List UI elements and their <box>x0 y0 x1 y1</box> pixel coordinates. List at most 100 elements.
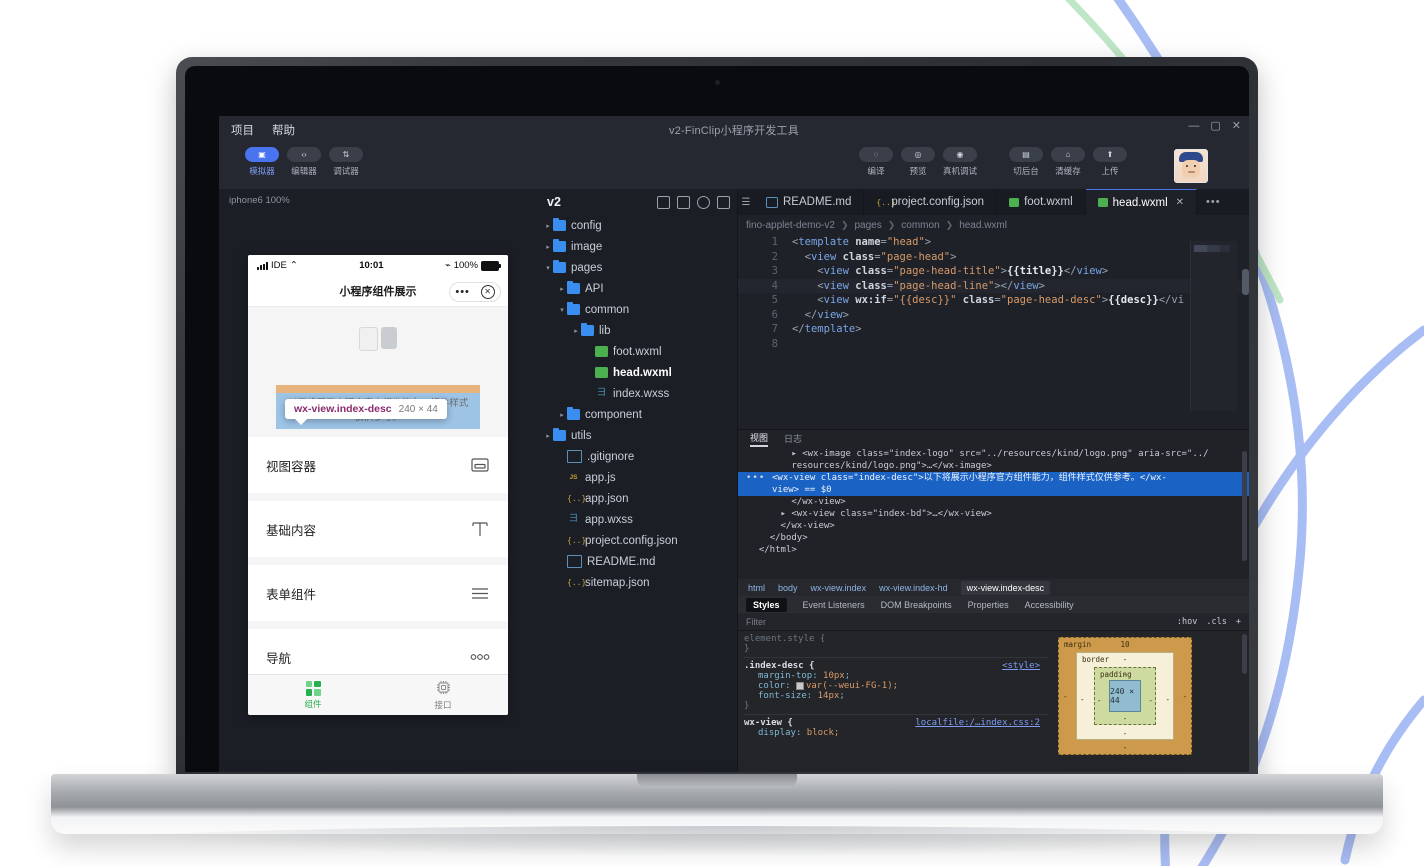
tab-readme[interactable]: README.md <box>754 189 864 215</box>
breadcrumb-segment[interactable]: common <box>901 220 939 231</box>
code-minimap[interactable] <box>1190 241 1237 411</box>
tree-node-project-config-json[interactable]: {..}project.config.json <box>537 530 737 551</box>
phone-capsule-buttons[interactable]: ••• ✕ <box>449 282 501 302</box>
close-circle-icon[interactable]: ✕ <box>481 285 495 299</box>
dom-crumb-index[interactable]: wx-view.index <box>811 583 867 593</box>
chevron-right-icon[interactable]: ▸ <box>543 243 553 251</box>
dom-tree[interactable]: ▸ <wx-image class="index-logo" src="../r… <box>738 447 1249 579</box>
dom-node[interactable]: ▸ <wx-view class="index-bd">…</wx-view> <box>738 508 1249 520</box>
dom-node[interactable]: view> == $0 <box>738 484 1249 496</box>
box-model-margin-left[interactable]: - <box>1063 692 1068 701</box>
css-declaration[interactable]: margin-top: 10px; <box>744 671 1048 681</box>
tree-node-head-wxml[interactable]: head.wxml <box>537 362 737 383</box>
devtools-tab-view[interactable]: 视图 <box>750 431 768 447</box>
dom-node[interactable]: •••<wx-view class="index-desc">以下将展示小程序官… <box>738 472 1249 484</box>
styles-scrollbar[interactable] <box>1242 634 1247 674</box>
box-model-padding-right[interactable]: - <box>1148 696 1153 705</box>
styles-tab-bar[interactable]: Styles Event Listeners DOM Breakpoints P… <box>738 596 1249 613</box>
toolbar-editor-button[interactable]: ‹› 编辑器 <box>287 147 321 177</box>
tree-node-image[interactable]: ▸image <box>537 236 737 257</box>
close-icon[interactable]: ✕ <box>1232 121 1241 132</box>
tab-head-wxml[interactable]: head.wxml ✕ <box>1086 189 1197 215</box>
tab-api[interactable]: 接口 <box>378 675 508 715</box>
new-folder-icon[interactable] <box>677 196 690 209</box>
dom-breadcrumb[interactable]: html body wx-view.index wx-view.index-hd… <box>738 579 1249 596</box>
more-dots-icon[interactable]: ••• <box>455 287 470 298</box>
window-controls[interactable]: — ▢ ✕ <box>1188 121 1241 132</box>
tab-close-icon[interactable]: ✕ <box>1176 197 1184 208</box>
breadcrumb-segment[interactable]: head.wxml <box>959 220 1007 231</box>
dom-crumb-html[interactable]: html <box>748 583 765 593</box>
toolbar-background-button[interactable]: ▤ 切后台 <box>1009 147 1043 177</box>
box-model-border-top[interactable]: - <box>1123 655 1128 664</box>
box-model-content[interactable]: 240 × 44 <box>1109 680 1141 712</box>
css-rule-source[interactable]: localfile:/…index.css:2 <box>915 718 1048 728</box>
tree-node-app-json[interactable]: {..}app.json <box>537 488 737 509</box>
editor-scrollbar[interactable] <box>1242 269 1249 295</box>
add-rule-icon[interactable]: + <box>1236 617 1241 627</box>
dom-crumb-index-desc[interactable]: wx-view.index-desc <box>961 581 1051 595</box>
filter-tools[interactable]: :hov .cls + <box>1177 617 1249 627</box>
tree-node--gitignore[interactable]: .gitignore <box>537 446 737 467</box>
breadcrumb-segment[interactable]: fino-applet-demo-v2 <box>746 220 835 231</box>
list-item[interactable]: 导航 <box>248 629 508 674</box>
tree-node-lib[interactable]: ▸lib <box>537 320 737 341</box>
user-avatar[interactable] <box>1174 149 1208 183</box>
simulator-device-label[interactable]: iphone6 100% <box>219 189 537 211</box>
box-model-padding-bottom[interactable]: - <box>1123 714 1128 723</box>
dom-badge-icon[interactable]: ••• <box>746 472 765 484</box>
file-tree-actions[interactable] <box>657 196 730 209</box>
maximize-icon[interactable]: ▢ <box>1210 121 1220 132</box>
breadcrumb-segment[interactable]: pages <box>854 220 881 231</box>
dom-crumb-body[interactable]: body <box>778 583 798 593</box>
css-declaration[interactable]: color: var(--weui-FG-1); <box>744 681 1048 691</box>
css-declaration[interactable]: display: block; <box>744 728 1048 738</box>
box-model-border-right[interactable]: - <box>1165 695 1170 704</box>
code-line[interactable]: 4 <view class="page-head-line"></view> <box>738 279 1249 294</box>
code-line[interactable]: 1<template name="head"> <box>738 235 1249 250</box>
tree-node-utils[interactable]: ▸utils <box>537 425 737 446</box>
tree-node-config[interactable]: ▸config <box>537 215 737 236</box>
devtools-tab-log[interactable]: 日志 <box>784 432 802 445</box>
new-file-icon[interactable] <box>657 196 670 209</box>
tree-node-common[interactable]: ▾common <box>537 299 737 320</box>
toolbar-debugger-button[interactable]: ⇅ 调试器 <box>329 147 363 177</box>
tree-node-readme-md[interactable]: README.md <box>537 551 737 572</box>
css-declaration[interactable]: font-size: 14px; <box>744 691 1048 701</box>
code-line[interactable]: 6 </view> <box>738 308 1249 323</box>
hov-toggle[interactable]: :hov <box>1177 617 1197 627</box>
tab-overflow-icon[interactable]: ••• <box>1197 189 1230 215</box>
code-editor[interactable]: 1<template name="head">2 <view class="pa… <box>738 235 1249 413</box>
chevron-right-icon[interactable]: ▸ <box>543 432 553 440</box>
dom-node[interactable]: resources/kind/logo.png">…</wx-image> <box>738 460 1249 472</box>
tab-dom-breakpoints[interactable]: DOM Breakpoints <box>881 600 952 610</box>
toolbar-clear-cache-button[interactable]: ⌂ 清缓存 <box>1051 147 1085 177</box>
tab-styles[interactable]: Styles <box>746 598 787 612</box>
box-model-border-bottom[interactable]: - <box>1123 729 1128 738</box>
tree-node-pages[interactable]: ▾pages <box>537 257 737 278</box>
box-model-border-left[interactable]: - <box>1080 695 1085 704</box>
code-line[interactable]: 8 <box>738 337 1249 352</box>
box-model-margin-bottom[interactable]: - <box>1123 743 1128 752</box>
devtools-panel-tabs[interactable]: 视图 日志 <box>738 430 1249 447</box>
toolbar-compile-button[interactable]: ◌ 编译 <box>859 147 893 177</box>
tab-foot-wxml[interactable]: foot.wxml <box>997 189 1086 215</box>
dom-node[interactable]: </body> <box>738 532 1249 544</box>
code-line[interactable]: 2 <view class="page-head"> <box>738 250 1249 265</box>
tree-node-api[interactable]: ▸API <box>537 278 737 299</box>
list-item[interactable]: 视图容器 <box>248 437 508 493</box>
box-model-border[interactable]: border - - - - padding - <box>1076 652 1174 740</box>
tree-node-app-wxss[interactable]: 彐app.wxss <box>537 509 737 530</box>
tab-menu-icon[interactable]: ☰ <box>738 189 754 215</box>
tab-components[interactable]: 组件 <box>248 675 378 715</box>
dom-scrollbar[interactable] <box>1242 451 1247 561</box>
chevron-down-icon[interactable]: ▾ <box>543 264 553 272</box>
toolbar-simulator-button[interactable]: ▣ 模拟器 <box>245 147 279 177</box>
dom-node[interactable]: </wx-view> <box>738 520 1249 532</box>
chevron-right-icon[interactable]: ▸ <box>543 222 553 230</box>
css-selector[interactable]: element.style { <box>744 634 1048 644</box>
dom-node[interactable]: </wx-view> <box>738 496 1249 508</box>
code-line[interactable]: 3 <view class="page-head-title">{{title}… <box>738 264 1249 279</box>
tree-node-app-js[interactable]: JSapp.js <box>537 467 737 488</box>
list-item[interactable]: 基础内容 <box>248 501 508 557</box>
